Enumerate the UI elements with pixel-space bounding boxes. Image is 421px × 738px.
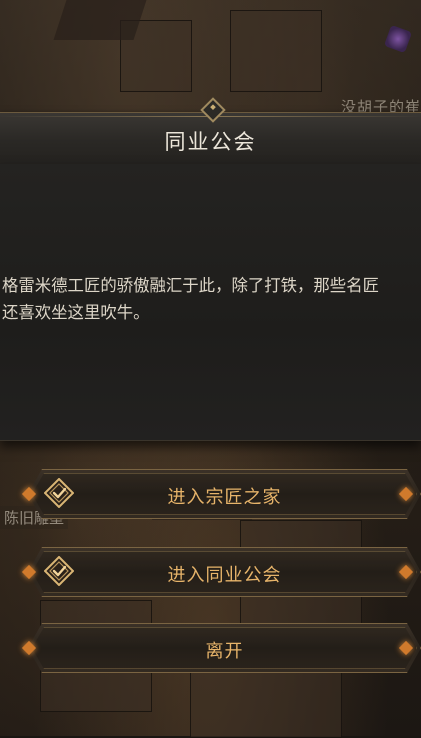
option-leave-button[interactable]: 离开	[14, 623, 421, 673]
dialog-title-bar: 同业公会	[0, 97, 421, 166]
dialog-title: 同业公会	[164, 130, 257, 154]
option-enter-guild-button[interactable]: 进入同业公会	[14, 547, 421, 597]
dialog-text-line: 还喜欢坐这里吹牛。	[2, 303, 150, 322]
option-label: 进入宗匠之家	[167, 487, 282, 508]
building-block	[230, 10, 322, 92]
option-enter-master-house-button[interactable]: 进入宗匠之家	[14, 469, 421, 519]
option-label: 离开	[205, 641, 244, 662]
rooftop	[53, 0, 147, 40]
dialog-text-line: 格雷米德工匠的骄傲融汇于此，除了打铁，那些名匠	[2, 276, 379, 295]
dialog-body: 格雷米德工匠的骄傲融汇于此，除了打铁，那些名匠 还喜欢坐这里吹牛。	[0, 164, 421, 441]
dialog-description: 格雷米德工匠的骄傲融汇于此，除了打铁，那些名匠 还喜欢坐这里吹牛。	[2, 272, 421, 326]
option-label: 进入同业公会	[167, 565, 282, 586]
